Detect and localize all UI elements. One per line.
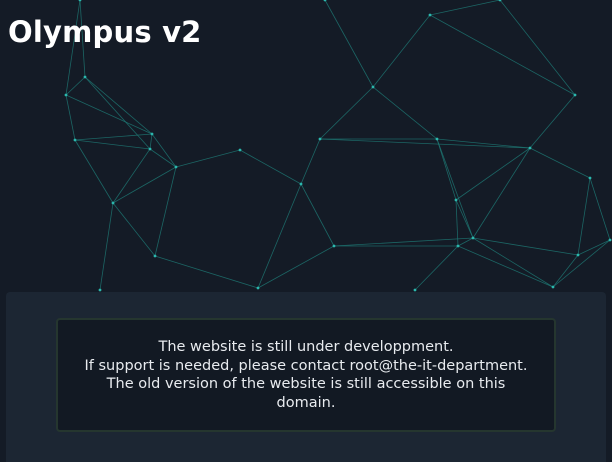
- notice-line-2: If support is needed, please contact roo…: [84, 357, 528, 374]
- network-node: [174, 165, 178, 169]
- notice-line-1: The website is still under developpment.: [158, 339, 454, 355]
- network-node: [256, 286, 260, 290]
- network-line: [472, 147, 531, 239]
- site-title: Olympus v2: [8, 15, 202, 49]
- network-line: [149, 133, 153, 150]
- network-node: [318, 137, 322, 141]
- network-line: [577, 177, 591, 256]
- network-line: [319, 138, 531, 149]
- network-node: [150, 132, 154, 136]
- network-line: [257, 183, 302, 289]
- network-node: [471, 236, 475, 240]
- network-node: [332, 244, 336, 248]
- network-line: [429, 14, 576, 96]
- network-line: [154, 255, 259, 289]
- network-line: [372, 86, 438, 140]
- network-line: [472, 237, 579, 256]
- page: Olympus v2 The website is still under de…: [0, 0, 612, 462]
- network-line: [74, 139, 151, 150]
- network-node: [588, 176, 592, 180]
- network-node: [98, 288, 102, 292]
- network-line: [457, 245, 554, 288]
- network-node: [371, 85, 375, 89]
- network-line: [436, 138, 457, 201]
- network-line: [112, 202, 156, 257]
- network-line: [457, 237, 474, 247]
- network-line: [552, 254, 579, 288]
- network-line: [499, 0, 576, 96]
- network-line: [455, 199, 474, 239]
- network-line: [99, 202, 114, 291]
- network-node: [238, 148, 242, 152]
- network-line: [112, 148, 151, 204]
- network-line: [149, 148, 177, 168]
- network-line: [151, 133, 177, 168]
- network-line: [154, 166, 177, 257]
- network-line: [319, 86, 374, 140]
- network-node: [573, 93, 577, 97]
- network-line: [300, 183, 335, 247]
- network-node: [111, 201, 115, 205]
- notice-line-3: The old version of the website is still …: [106, 376, 506, 392]
- network-node: [435, 137, 439, 141]
- network-line: [436, 138, 531, 149]
- notice-line-4: domain.: [276, 394, 336, 411]
- network-line: [372, 14, 431, 88]
- network-line: [324, 0, 374, 88]
- network-line: [175, 149, 241, 168]
- network-line: [112, 166, 177, 204]
- network-line: [239, 149, 302, 185]
- network-node: [551, 285, 555, 289]
- network-line: [74, 133, 153, 141]
- network-node: [413, 288, 417, 292]
- network-line: [529, 94, 576, 149]
- network-line: [436, 138, 474, 239]
- network-line: [589, 177, 611, 241]
- network-node: [64, 93, 68, 97]
- notice-box: The website is still under developpment.…: [56, 318, 556, 432]
- network-line: [529, 147, 591, 179]
- network-line: [65, 94, 153, 135]
- network-line: [429, 0, 501, 16]
- network-node: [148, 147, 152, 151]
- network-line: [552, 239, 611, 288]
- network-line: [74, 139, 114, 204]
- network-node: [428, 13, 432, 17]
- network-line: [65, 76, 86, 96]
- network-node: [83, 75, 87, 79]
- network-node: [528, 146, 532, 150]
- network-line: [65, 94, 76, 141]
- network-node: [454, 198, 458, 202]
- network-node: [608, 238, 612, 242]
- network-node: [299, 182, 303, 186]
- network-node: [153, 254, 157, 258]
- network-line: [300, 138, 321, 185]
- network-line: [414, 245, 459, 291]
- network-line: [333, 237, 474, 247]
- network-line: [84, 76, 153, 135]
- network-line: [257, 245, 335, 289]
- footer-panel: The website is still under developpment.…: [6, 292, 606, 462]
- network-node: [456, 244, 460, 248]
- network-node: [78, 0, 82, 2]
- network-node: [576, 253, 580, 257]
- network-line: [455, 147, 531, 201]
- network-node: [73, 138, 77, 142]
- network-line: [472, 237, 554, 288]
